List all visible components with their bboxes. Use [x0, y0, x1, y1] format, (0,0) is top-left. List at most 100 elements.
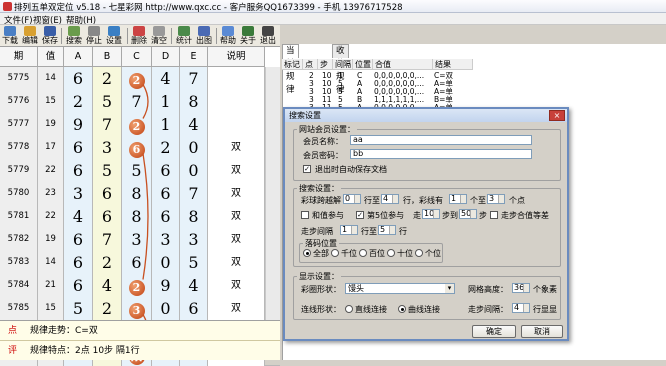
app-icon [3, 2, 12, 11]
digit-d-cell: 6 [152, 159, 180, 182]
line-to-spinner[interactable]: 3 [487, 194, 505, 204]
table-row[interactable]: 5780 23 3 6 8 6 7 双 [0, 182, 280, 205]
toolbar-divider [127, 28, 128, 44]
digit-a-cell: 6 [64, 228, 93, 251]
list-header[interactable]: 合值 [373, 59, 433, 70]
table-row[interactable]: 5781 22 4 6 8 6 8 双 [0, 205, 280, 228]
lottery-grid: 期 值 A B C D E 说明 5775 14 6 2 2 4 7 5776 15 2 5 7 1 8 5… [0, 47, 280, 366]
stepgap-spinner[interactable]: 4 [512, 303, 530, 313]
stats-button[interactable]: 统计 [175, 26, 193, 47]
walk-from-spinner[interactable]: 10 [422, 209, 440, 219]
search-group-label: 搜索设置： [297, 183, 341, 194]
he-eq-checkbox[interactable] [490, 211, 498, 219]
table-row[interactable]: 5779 22 6 5 5 6 0 双 [0, 159, 280, 182]
digit-a-cell: 9 [64, 113, 93, 136]
table-row[interactable]: 5785 15 5 2 3 0 6 双 [0, 297, 280, 320]
save-icon [44, 26, 56, 36]
pos-tens-radio[interactable] [387, 249, 395, 257]
gap-from-spinner[interactable]: 1 [340, 225, 358, 235]
table-row[interactable]: 5778 17 6 3 6 2 0 双 [0, 136, 280, 159]
digit-c-cell: 3 [122, 228, 152, 251]
list-header[interactable]: 结果 [433, 59, 473, 70]
grid-height-spinner[interactable]: 36 [512, 283, 530, 293]
digit-b-cell: 2 [93, 297, 122, 320]
edit-button[interactable]: 编辑 [21, 26, 39, 47]
walk-mid-label: 步到 [442, 211, 458, 220]
list-header[interactable]: 位置 [353, 59, 373, 70]
digit-e-cell: 0 [180, 159, 208, 182]
status-key: 点 [8, 326, 18, 336]
conn-straight-label: 直线连接 [355, 305, 387, 314]
download-icon [4, 26, 16, 36]
search-button[interactable]: 搜索 [65, 26, 83, 47]
qi-cell: 5781 [0, 205, 38, 228]
grid-height-label: 网格高度： [468, 285, 508, 294]
range-from-spinner[interactable]: 0 [343, 194, 361, 204]
table-row[interactable]: 5777 19 9 7 2 1 4 [0, 113, 280, 136]
digit-a-cell: 6 [64, 67, 93, 90]
autosave-checkbox[interactable]: ✓ [303, 165, 311, 173]
delete-icon [133, 26, 145, 36]
list-header[interactable]: 点 [303, 59, 318, 70]
header-zhi: 值 [38, 47, 64, 67]
delete-button[interactable]: 删除 [130, 26, 148, 47]
cancel-button[interactable]: 取消 [521, 325, 563, 338]
tab-favorite-rules[interactable]: 收藏规律 [332, 44, 349, 95]
digit-d-cell: 6 [152, 182, 180, 205]
table-row[interactable]: 5782 19 6 7 3 3 3 双 [0, 228, 280, 251]
pos-units-radio[interactable] [415, 249, 423, 257]
close-icon[interactable]: × [549, 110, 565, 121]
list-header[interactable]: 步 [318, 59, 333, 70]
member-pwd-input[interactable]: bb [350, 149, 532, 159]
digit-c-cell: 6 [122, 251, 152, 274]
list-header[interactable]: 标记 [282, 59, 303, 70]
zhi-cell: 17 [38, 136, 64, 159]
shuoming-cell: 双 [208, 274, 265, 297]
fifth-checkbox[interactable]: ✓ [356, 211, 364, 219]
download-button[interactable]: 下载 [1, 26, 19, 47]
grid-scrollbar[interactable] [265, 67, 280, 337]
pos-thousands-radio[interactable] [331, 249, 339, 257]
ok-button[interactable]: 确定 [472, 325, 516, 338]
zhi-cell: 19 [38, 228, 64, 251]
gap-label: 走步间隔 [301, 227, 333, 236]
line-from-spinner[interactable]: 1 [449, 194, 467, 204]
digit-a-cell: 2 [64, 90, 93, 113]
chart-button[interactable]: 出图 [195, 26, 213, 47]
table-row[interactable]: 5784 21 6 4 2 9 4 双 [0, 274, 280, 297]
exit-button[interactable]: 退出 [259, 26, 277, 47]
save-button[interactable]: 保存 [41, 26, 59, 47]
range-to-spinner[interactable]: 4 [381, 194, 399, 204]
shape-select[interactable]: 馒头 [345, 283, 455, 294]
shuoming-cell: 双 [208, 297, 265, 320]
digit-e-cell: 8 [180, 205, 208, 228]
chart-icon [198, 26, 210, 36]
member-name-input[interactable]: aa [350, 135, 532, 145]
tab-current-rules[interactable]: 当前规律 [282, 44, 299, 95]
list-header[interactable]: 间隔 [333, 59, 353, 70]
pos-hundreds-radio[interactable] [359, 249, 367, 257]
shape-label: 彩圈形状： [301, 285, 341, 294]
clear-button[interactable]: 清空 [150, 26, 168, 47]
gear-icon [108, 26, 120, 36]
digit-e-cell: 8 [180, 90, 208, 113]
help-button[interactable]: 帮助 [219, 26, 237, 47]
settings-button[interactable]: 设置 [105, 26, 123, 47]
help-icon [222, 26, 234, 36]
conn-straight-radio[interactable] [345, 305, 353, 313]
walk-to-spinner[interactable]: 50 [459, 209, 477, 219]
table-row[interactable]: 5776 15 2 5 7 1 8 [0, 90, 280, 113]
table-row[interactable]: 5775 14 6 2 2 4 7 [0, 67, 280, 90]
table-row[interactable]: 5783 14 6 2 6 0 5 双 [0, 251, 280, 274]
gap-to-spinner[interactable]: 5 [378, 225, 396, 235]
stepgap-label: 走步间隔： [468, 305, 508, 314]
conn-curve-radio[interactable] [398, 305, 406, 313]
pos-all-radio[interactable] [303, 249, 311, 257]
digit-d-cell: 0 [152, 251, 180, 274]
he-checkbox[interactable] [301, 211, 309, 219]
edit-icon [24, 26, 36, 36]
digit-d-cell: 0 [152, 297, 180, 320]
digit-a-cell: 6 [64, 136, 93, 159]
about-button[interactable]: 关于 [239, 26, 257, 47]
stop-button[interactable]: 停止 [85, 26, 103, 47]
